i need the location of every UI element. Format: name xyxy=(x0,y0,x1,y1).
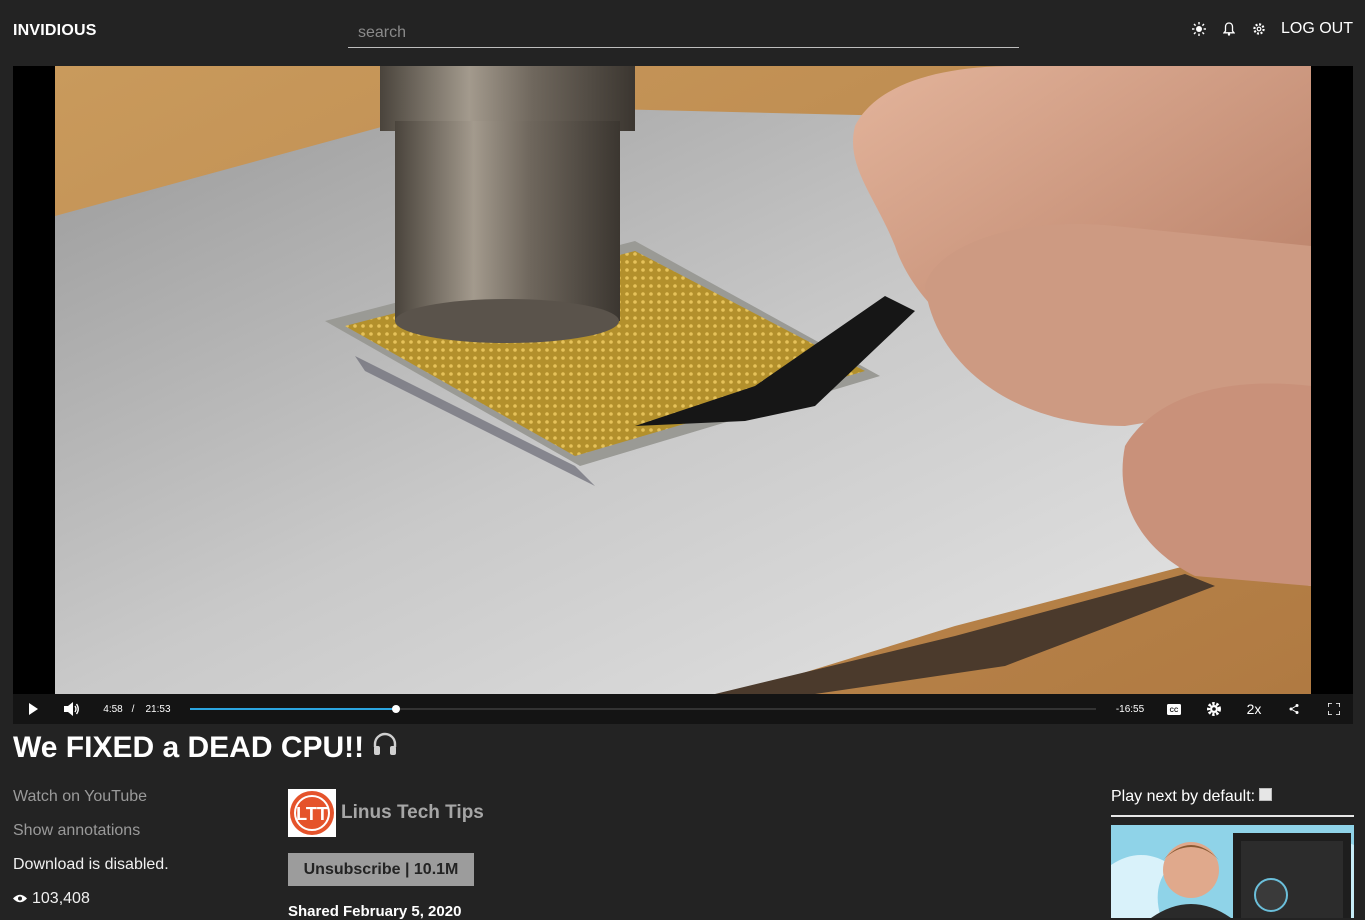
unsubscribe-button[interactable]: Unsubscribe | 10.1M xyxy=(288,853,474,886)
play-icon[interactable] xyxy=(25,694,41,724)
video-frame xyxy=(55,66,1311,694)
brand-logo[interactable]: INVIDIOUS xyxy=(13,22,97,40)
eye-icon xyxy=(13,890,27,908)
settings-icon[interactable] xyxy=(1205,694,1223,724)
progress-fill xyxy=(190,708,396,710)
current-time: 4:58 xyxy=(103,703,123,715)
recommended-video-thumbnail[interactable] xyxy=(1111,825,1354,918)
video-player[interactable] xyxy=(13,66,1353,694)
search-input[interactable] xyxy=(348,18,1019,48)
share-icon[interactable] xyxy=(1285,694,1303,724)
view-count-value: 103,408 xyxy=(32,890,90,907)
play-next-checkbox[interactable] xyxy=(1259,787,1273,801)
progress-bar[interactable] xyxy=(190,705,1096,713)
player-controls: 4:58 / 21:53 -16:55 CC 2x xyxy=(13,694,1353,724)
sun-icon[interactable] xyxy=(1191,20,1207,38)
download-status: Download is disabled. xyxy=(13,856,169,873)
avatar-logo-text: LTT xyxy=(296,804,328,824)
bell-icon[interactable] xyxy=(1221,20,1237,38)
playback-speed-button[interactable]: 2x xyxy=(1241,694,1267,724)
captions-icon[interactable]: CC xyxy=(1165,694,1183,724)
remaining-time: -16:55 xyxy=(1115,703,1145,715)
logout-link[interactable]: LOG OUT xyxy=(1281,20,1353,38)
gear-icon[interactable] xyxy=(1251,20,1267,38)
progress-handle[interactable] xyxy=(391,705,400,713)
view-count: 103,408 xyxy=(13,890,90,908)
channel-name[interactable]: Linus Tech Tips xyxy=(341,802,484,824)
fullscreen-icon[interactable] xyxy=(1325,694,1343,724)
header-actions: LOG OUT xyxy=(1191,20,1353,38)
play-next-label: Play next by default: xyxy=(1111,788,1256,805)
svg-text:CC: CC xyxy=(1170,708,1179,714)
play-next-toggle: Play next by default: xyxy=(1111,787,1273,806)
duration: 21:53 xyxy=(145,703,171,715)
video-title-text: We FIXED a DEAD CPU!! xyxy=(13,731,365,764)
headphones-icon xyxy=(372,731,398,765)
channel-avatar[interactable]: LTT xyxy=(288,789,336,837)
volume-icon[interactable] xyxy=(63,694,81,724)
video-title: We FIXED a DEAD CPU!! xyxy=(13,731,398,765)
divider xyxy=(1111,815,1354,817)
time-separator: / xyxy=(131,703,135,715)
watch-on-youtube-link[interactable]: Watch on YouTube xyxy=(13,788,147,806)
show-annotations-link[interactable]: Show annotations xyxy=(13,822,140,840)
shared-date: Shared February 5, 2020 xyxy=(288,903,462,920)
